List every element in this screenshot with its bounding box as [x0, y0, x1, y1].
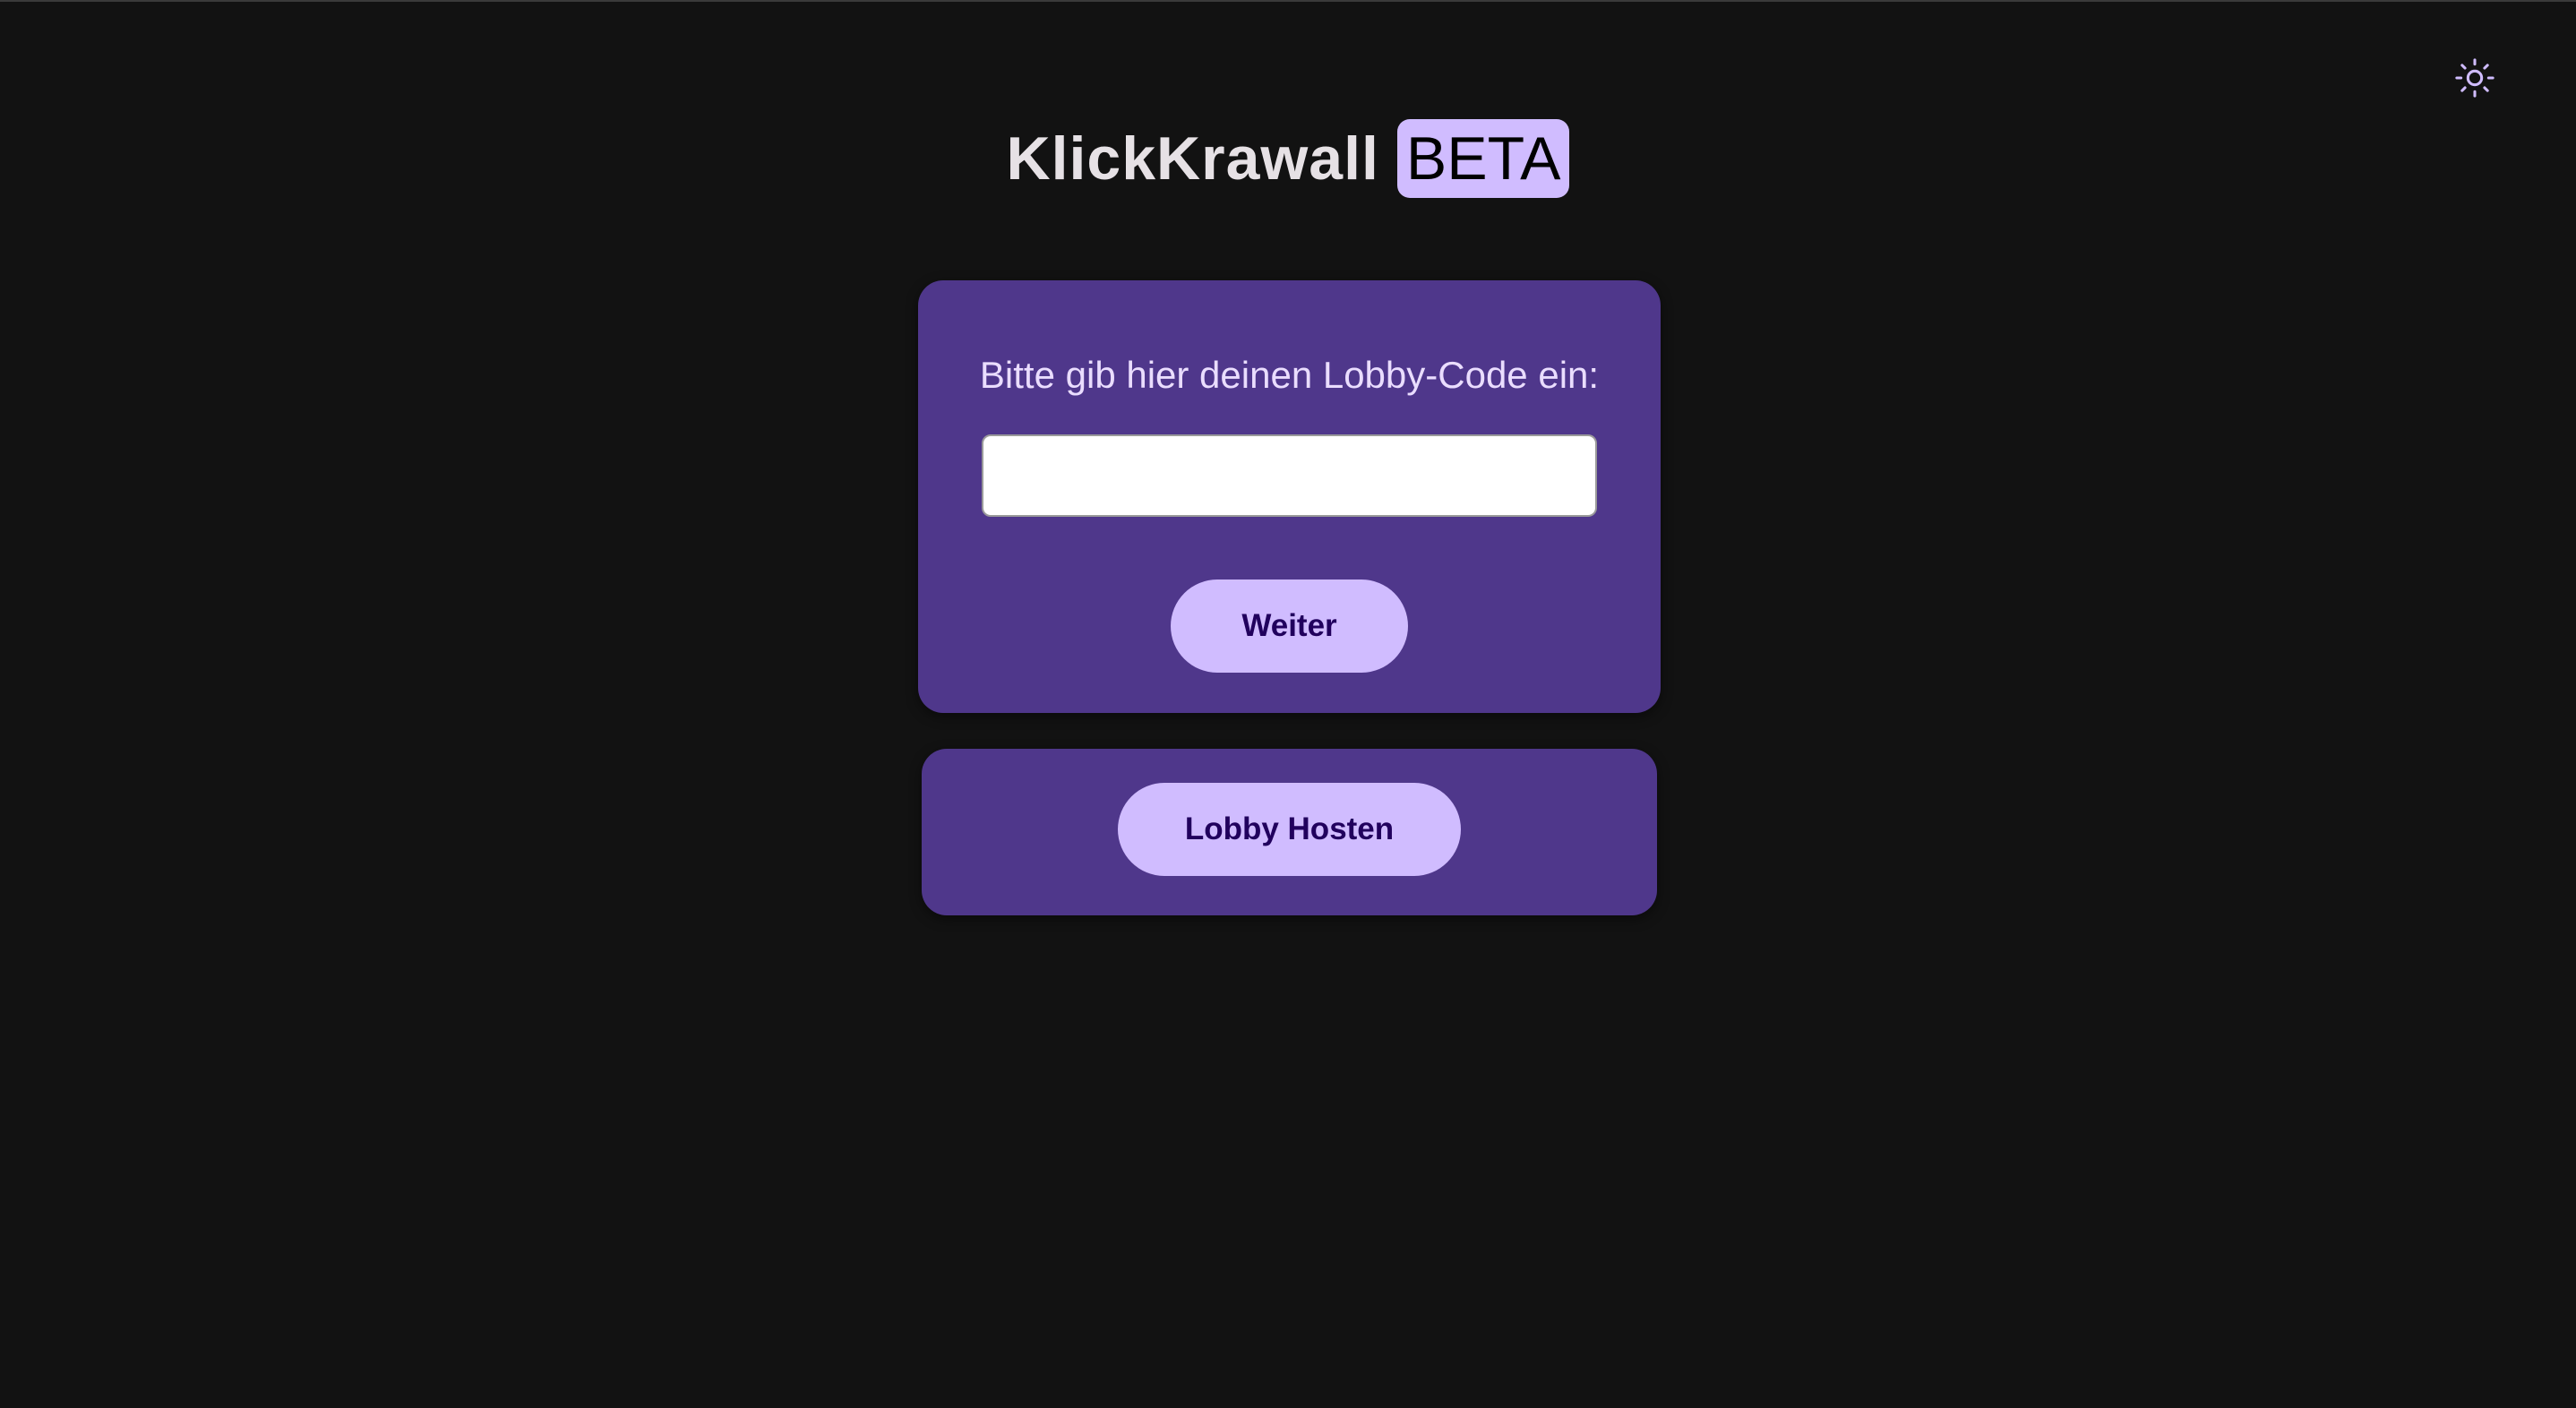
sun-icon: [2455, 58, 2494, 98]
app-title: KlickKrawall: [1006, 124, 1379, 193]
beta-badge: BETA: [1396, 119, 1570, 198]
join-lobby-card: Bitte gib hier deinen Lobby-Code ein: We…: [918, 280, 1661, 713]
theme-toggle-button[interactable]: [2452, 56, 2497, 100]
host-lobby-card: Lobby Hosten: [922, 749, 1657, 915]
app-header: KlickKrawall BETA: [0, 118, 2576, 199]
lobby-code-input[interactable]: [982, 434, 1597, 517]
continue-button[interactable]: Weiter: [1171, 580, 1408, 673]
host-lobby-button[interactable]: Lobby Hosten: [1118, 783, 1461, 876]
lobby-code-prompt: Bitte gib hier deinen Lobby-Code ein:: [979, 354, 1600, 396]
window-top-border: [0, 0, 2576, 2]
